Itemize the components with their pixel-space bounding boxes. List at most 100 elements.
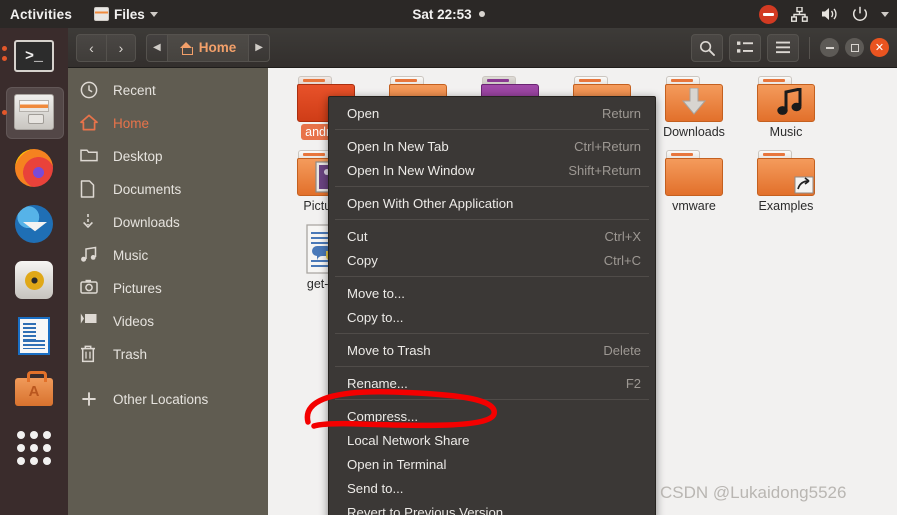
sidebar-item-music[interactable]: Music xyxy=(68,239,268,272)
context-menu[interactable]: Open Return Open In New Tab Ctrl+Return … xyxy=(328,96,656,515)
file-label: Downloads xyxy=(663,125,725,139)
sidebar-item-documents[interactable]: Documents xyxy=(68,173,268,206)
close-button[interactable]: ✕ xyxy=(870,38,889,57)
minimize-button[interactable] xyxy=(820,38,839,57)
trash-icon xyxy=(80,345,99,364)
menu-item-rename[interactable]: Rename... F2 xyxy=(329,371,655,395)
clock-icon xyxy=(80,81,99,100)
menu-item-accel: Return xyxy=(601,105,641,121)
menu-item-label: Send to... xyxy=(347,480,404,496)
menu-item-label: Compress... xyxy=(347,408,419,424)
download-badge-icon xyxy=(682,88,706,115)
desktop-screen: Activities Files Sat 22:53 >_ A ‹ › ◀ Ho… xyxy=(0,0,897,515)
back-button[interactable]: ‹ xyxy=(76,33,106,62)
volume-icon[interactable] xyxy=(821,6,839,22)
files-cabinet-icon xyxy=(14,94,54,130)
document-icon xyxy=(80,180,99,199)
libreoffice-impress-icon xyxy=(18,317,50,355)
menu-item-label: Open With Other Application xyxy=(347,195,514,211)
dock-item-show-applications[interactable] xyxy=(0,420,68,476)
menu-item-open-in-new-window[interactable]: Open In New Window Shift+Return xyxy=(329,158,655,182)
symlink-badge-icon xyxy=(794,176,814,194)
menu-item-local-network-share[interactable]: Local Network Share xyxy=(329,428,655,452)
sidebar-item-downloads[interactable]: Downloads xyxy=(68,206,268,239)
menu-item-open-with-other-application[interactable]: Open With Other Application xyxy=(329,191,655,215)
menu-item-copy-to[interactable]: Copy to... xyxy=(329,305,655,329)
dock-item-firefox[interactable] xyxy=(0,140,68,196)
do-not-disturb-icon[interactable] xyxy=(759,4,778,24)
dock-item-ubuntu-software[interactable] xyxy=(0,364,68,420)
menu-separator xyxy=(335,276,649,277)
view-options-button[interactable] xyxy=(729,33,761,62)
sidebar-item-desktop[interactable]: Desktop xyxy=(68,140,268,173)
chevron-down-icon xyxy=(149,11,158,17)
main-menu-button[interactable] xyxy=(767,33,799,62)
sidebar-item-pictures[interactable]: Pictures xyxy=(68,272,268,305)
breadcrumb: ◀ Home ▶ xyxy=(146,33,270,62)
plus-icon xyxy=(80,390,99,409)
path-scroll-left-button[interactable]: ◀ xyxy=(146,33,167,62)
sidebar-item-trash[interactable]: Trash xyxy=(68,338,268,371)
sidebar-item-videos[interactable]: Videos xyxy=(68,305,268,338)
maximize-button[interactable] xyxy=(845,38,864,57)
power-icon[interactable] xyxy=(852,6,868,22)
running-indicator xyxy=(2,46,7,51)
sidebar-label: Other Locations xyxy=(113,392,209,407)
running-indicator xyxy=(2,56,7,61)
dock-item-files[interactable] xyxy=(0,84,68,140)
menu-item-label: Open In New Window xyxy=(347,162,475,178)
menu-item-move-to-trash[interactable]: Move to Trash Delete xyxy=(329,338,655,362)
thunderbird-icon xyxy=(15,205,53,243)
breadcrumb-label: Home xyxy=(198,40,237,55)
menu-item-copy[interactable]: Copy Ctrl+C xyxy=(329,248,655,272)
terminal-icon: >_ xyxy=(14,40,54,72)
dock-item-thunderbird[interactable] xyxy=(0,196,68,252)
home-icon xyxy=(179,41,193,55)
window-headerbar: ‹ › ◀ Home ▶ ✕ xyxy=(68,28,897,68)
folder-icon xyxy=(757,76,815,122)
breadcrumb-item-home[interactable]: Home xyxy=(166,33,250,62)
menu-item-move-to[interactable]: Move to... xyxy=(329,281,655,305)
menu-item-label: Open In New Tab xyxy=(347,138,449,154)
headerbar-right-controls: ✕ xyxy=(691,33,889,62)
network-icon[interactable] xyxy=(791,6,808,22)
menu-item-label: Revert to Previous Version... xyxy=(347,504,515,515)
system-tray[interactable] xyxy=(759,0,889,28)
sidebar-item-home[interactable]: Home xyxy=(68,107,268,140)
ubuntu-software-icon xyxy=(15,371,53,406)
menu-item-accel: F2 xyxy=(625,375,641,391)
file-item-examples[interactable]: Examples xyxy=(738,150,834,215)
tray-chevron-down-icon[interactable] xyxy=(881,11,889,17)
menu-item-accel: Ctrl+C xyxy=(603,252,641,268)
sidebar-item-recent[interactable]: Recent xyxy=(68,74,268,107)
clock-label: Sat 22:53 xyxy=(412,6,472,22)
file-item-downloads[interactable]: Downloads xyxy=(646,76,742,141)
menu-item-open-in-new-tab[interactable]: Open In New Tab Ctrl+Return xyxy=(329,134,655,158)
path-scroll-right-button[interactable]: ▶ xyxy=(249,33,270,62)
menu-item-open[interactable]: Open Return xyxy=(329,101,655,125)
menu-item-label: Move to Trash xyxy=(347,342,431,358)
file-item-music[interactable]: Music xyxy=(738,76,834,141)
menu-item-compress[interactable]: Compress... xyxy=(329,404,655,428)
menu-item-open-in-terminal[interactable]: Open in Terminal xyxy=(329,452,655,476)
menu-separator xyxy=(335,129,649,130)
menu-item-revert-to-previous-version[interactable]: Revert to Previous Version... xyxy=(329,500,655,515)
menu-item-accel: Delete xyxy=(603,342,641,358)
file-item-vmware[interactable]: vmware xyxy=(646,150,742,215)
menu-item-cut[interactable]: Cut Ctrl+X xyxy=(329,224,655,248)
sidebar-label: Music xyxy=(113,248,149,263)
search-button[interactable] xyxy=(691,33,723,62)
dock-item-terminal[interactable]: >_ xyxy=(0,28,68,84)
forward-button[interactable]: › xyxy=(106,33,136,62)
files-app-icon xyxy=(94,7,110,21)
dock-item-rhythmbox[interactable] xyxy=(0,252,68,308)
menu-item-label: Local Network Share xyxy=(347,432,470,448)
app-menu-files[interactable]: Files xyxy=(94,7,158,22)
sidebar-item-other-locations[interactable]: Other Locations xyxy=(68,383,268,416)
sidebar-label: Recent xyxy=(113,83,156,98)
menu-item-send-to[interactable]: Send to... xyxy=(329,476,655,500)
menu-item-label: Open in Terminal xyxy=(347,456,447,472)
home-icon xyxy=(80,114,99,133)
activities-button[interactable]: Activities xyxy=(0,7,82,22)
dock-item-libreoffice-impress[interactable] xyxy=(0,308,68,364)
